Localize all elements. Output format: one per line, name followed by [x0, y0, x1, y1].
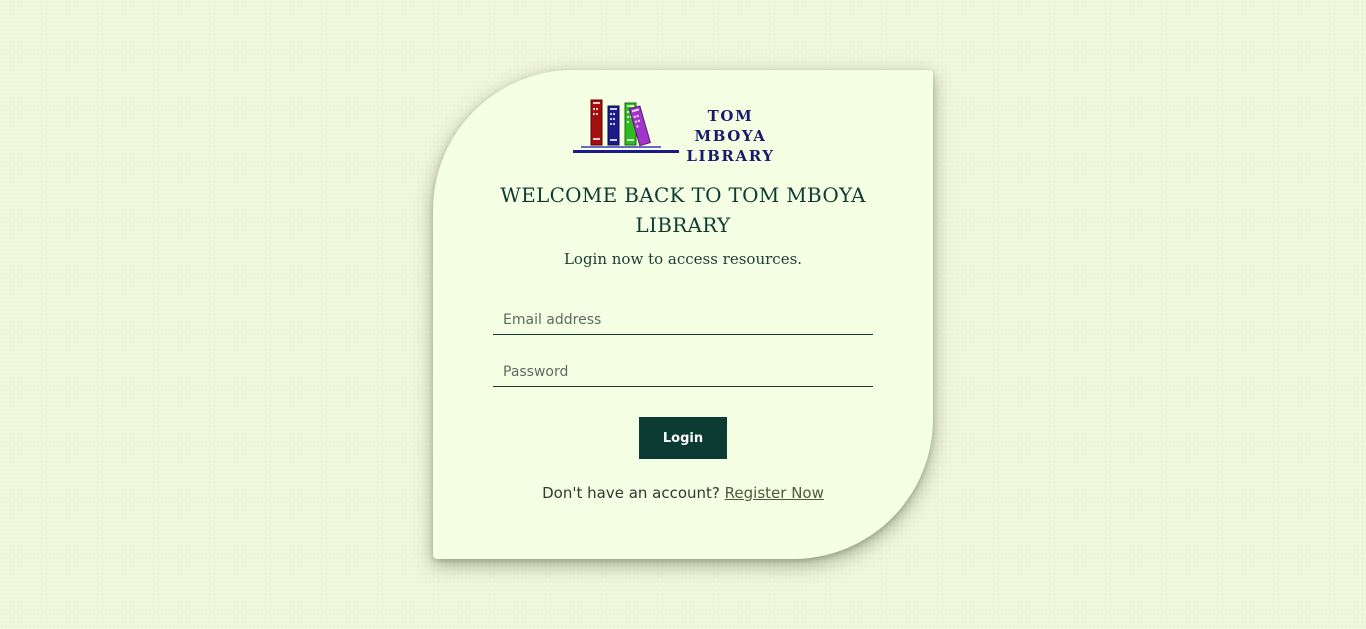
email-field[interactable] — [493, 305, 873, 335]
books-logo-icon — [573, 99, 679, 153]
register-now-link[interactable]: Register Now — [725, 484, 824, 502]
login-card: TOM MBOYA LIBRARY WELCOME BACK TO TOM MB… — [433, 70, 933, 559]
register-prompt: Don't have an account? Register Now — [473, 484, 893, 502]
logo-line-2: LIBRARY — [686, 147, 775, 165]
register-prompt-text: Don't have an account? — [542, 484, 725, 502]
login-button[interactable]: Login — [639, 417, 727, 459]
logo-line-1: TOM MBOYA — [694, 107, 767, 145]
password-field[interactable] — [493, 357, 873, 387]
logo-text: TOM MBOYA LIBRARY — [673, 106, 788, 166]
page-subtitle: Login now to access resources. — [563, 250, 803, 268]
page-title: WELCOME BACK TO TOM MBOYA LIBRARY — [500, 183, 866, 237]
library-logo: TOM MBOYA LIBRARY — [573, 98, 788, 165]
